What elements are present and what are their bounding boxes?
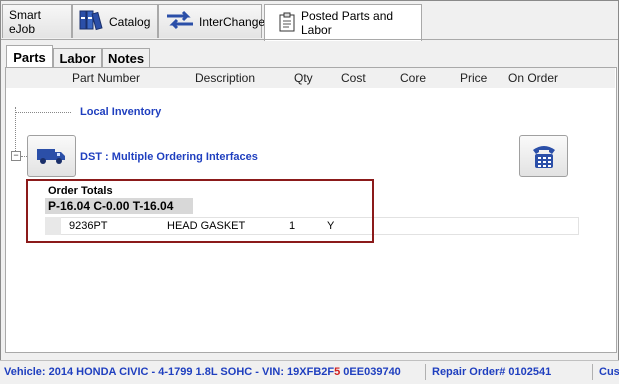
- tab-catalog[interactable]: Catalog: [72, 4, 158, 38]
- interchange-arrows-icon: [165, 10, 195, 33]
- application-window: Smart eJob Catalog InterChange Posted Pa…: [0, 0, 619, 383]
- tab-parts-label: Parts: [13, 49, 46, 65]
- collapse-toggle[interactable]: −: [11, 151, 21, 161]
- catalog-books-icon: [79, 9, 105, 34]
- status-bar: Vehicle: 2014 HONDA CIVIC - 4-1799 1.8L …: [0, 360, 619, 384]
- col-price[interactable]: Price: [460, 71, 487, 85]
- col-description[interactable]: Description: [195, 71, 255, 85]
- status-separator: [592, 364, 593, 380]
- col-core[interactable]: Core: [400, 71, 426, 85]
- tab-posted-parts-labor-label: Posted Parts and Labor: [301, 9, 394, 37]
- tab-smart-ejob-label: Smart eJob: [9, 7, 42, 36]
- tab-notes-label: Notes: [107, 50, 145, 66]
- tab-smart-ejob[interactable]: Smart eJob: [2, 4, 72, 38]
- phone-button[interactable]: [519, 135, 568, 177]
- col-cost[interactable]: Cost: [341, 71, 366, 85]
- tab-notes[interactable]: Notes: [102, 48, 150, 67]
- tree-line: [15, 107, 16, 151]
- clipboard-icon: [277, 11, 297, 36]
- status-separator: [425, 364, 426, 380]
- highlight-box: [26, 179, 374, 243]
- tab-labor-label: Labor: [59, 50, 96, 66]
- tab-catalog-label: Catalog: [109, 14, 151, 29]
- phone-icon: [531, 142, 557, 173]
- truck-icon: [36, 147, 66, 168]
- tab-parts[interactable]: Parts: [6, 45, 53, 68]
- tab-interchange[interactable]: InterChange: [158, 4, 266, 38]
- col-part-number[interactable]: Part Number: [72, 71, 140, 85]
- top-toolbar: Smart eJob Catalog InterChange Posted Pa…: [2, 4, 617, 41]
- col-on-order[interactable]: On Order: [508, 71, 558, 85]
- tab-posted-parts-labor[interactable]: Posted Parts and Labor: [264, 4, 422, 41]
- dst-truck-button[interactable]: [27, 135, 76, 177]
- col-qty[interactable]: Qty: [294, 71, 313, 85]
- local-inventory-node[interactable]: Local Inventory: [80, 106, 161, 118]
- toolbar-divider: [1, 39, 618, 40]
- collapse-toggle-glyph: −: [13, 150, 19, 160]
- dst-node-label[interactable]: DST : Multiple Ordering Interfaces: [80, 151, 258, 163]
- repair-order: Repair Order# 0102541: [432, 366, 552, 378]
- vehicle-info: Vehicle: 2014 HONDA CIVIC - 4-1799 1.8L …: [4, 366, 401, 378]
- tree-line: [15, 112, 71, 113]
- vin-suffix: 0EE039740: [340, 366, 401, 378]
- tab-labor[interactable]: Labor: [53, 48, 102, 67]
- tab-interchange-label: InterChange: [199, 14, 266, 29]
- vehicle-info-prefix: Vehicle: 2014 HONDA CIVIC - 4-1799 1.8L …: [4, 366, 335, 378]
- customer-info: Custo: [599, 366, 619, 378]
